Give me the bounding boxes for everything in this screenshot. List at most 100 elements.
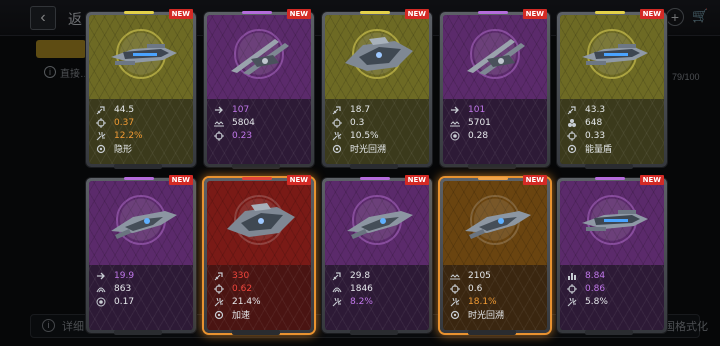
stat-value: 18.7 xyxy=(350,104,371,115)
stat-value: 时光回溯 xyxy=(350,145,387,155)
stat-row: 0.37 xyxy=(89,116,193,129)
stat-list: 29.8 1846 8.2% xyxy=(325,269,429,308)
stat-row: 107 xyxy=(207,103,311,116)
crosshair-icon xyxy=(450,283,460,294)
stat-list: 101 5701 0.28 xyxy=(443,103,547,142)
stat-row: 19.9 xyxy=(89,269,193,282)
stat-value: 0.62 xyxy=(232,283,253,294)
stat-value: 29.8 xyxy=(350,270,371,281)
stat-value: 648 xyxy=(585,117,603,128)
stat-value: 0.6 xyxy=(468,283,483,294)
stat-value: 12.2% xyxy=(114,130,143,141)
new-badge: NEW xyxy=(168,175,193,185)
ship-image xyxy=(103,199,183,243)
stat-row: 5.8% xyxy=(560,295,664,308)
new-badge: NEW xyxy=(404,175,429,185)
ship-image xyxy=(339,33,419,77)
range-icon xyxy=(450,118,460,128)
ship-card[interactable]: 43.3 648 0.33 能量盾 NEW xyxy=(557,9,667,169)
crosshair-icon xyxy=(214,130,224,141)
stat-value: 107 xyxy=(232,104,250,115)
stat-value: 10.5% xyxy=(350,130,379,141)
stat-row: 隐形 xyxy=(89,142,193,155)
card-portrait xyxy=(443,15,547,99)
stat-value: 能量盾 xyxy=(585,145,613,155)
stat-value: 5701 xyxy=(468,117,491,128)
stat-value: 21.4% xyxy=(232,296,261,307)
stat-row: 0.6 xyxy=(443,282,547,295)
card-foot xyxy=(468,164,516,169)
stat-value: 5804 xyxy=(232,117,255,128)
stat-value: 330 xyxy=(232,270,250,281)
stat-value: 5.8% xyxy=(585,296,608,307)
rarity-indicator xyxy=(124,11,154,14)
crit-icon xyxy=(332,131,342,141)
ship-card[interactable]: 107 5804 0.23 NEW xyxy=(204,9,314,169)
ship-card[interactable]: 2105 0.6 18.1% 时光回溯 NEW xyxy=(440,175,550,335)
new-badge: NEW xyxy=(404,9,429,19)
stat-value: 隐形 xyxy=(114,145,133,155)
stat-row: 0.3 xyxy=(325,116,429,129)
stat-row: 12.2% xyxy=(89,129,193,142)
rarity-indicator xyxy=(360,177,390,180)
ship-image xyxy=(103,33,183,77)
stat-row: 648 xyxy=(560,116,664,129)
stat-row: 5804 xyxy=(207,116,311,129)
ship-card[interactable]: 18.7 0.3 10.5% 时光回溯 NEW xyxy=(322,9,432,169)
attack-icon xyxy=(332,271,342,281)
ship-card[interactable]: 44.5 0.37 12.2% 隐形 NEW xyxy=(86,9,196,169)
target-icon xyxy=(96,297,106,307)
ship-image xyxy=(457,199,537,243)
ship-card[interactable]: 19.9 863 0.17 NEW xyxy=(86,175,196,335)
card-portrait xyxy=(207,15,311,99)
range-icon xyxy=(214,118,224,128)
crosshair-icon xyxy=(567,130,577,141)
ship-card[interactable]: 330 0.62 21.4% 加速 NEW xyxy=(204,175,314,335)
card-portrait xyxy=(89,15,193,99)
stat-value: 8.2% xyxy=(350,296,373,307)
card-portrait xyxy=(560,15,664,99)
stat-list: 19.9 863 0.17 xyxy=(89,269,193,308)
ship-image xyxy=(221,199,301,243)
armor-icon xyxy=(96,284,106,294)
card-foot xyxy=(585,164,633,169)
stat-value: 43.3 xyxy=(585,104,606,115)
stat-value: 0.33 xyxy=(585,130,606,141)
crosshair-icon xyxy=(567,283,577,294)
rarity-indicator xyxy=(478,177,508,180)
card-foot xyxy=(350,330,398,335)
card-portrait xyxy=(325,15,429,99)
stat-row: 1846 xyxy=(325,282,429,295)
stat-value: 19.9 xyxy=(114,270,135,281)
attack-icon xyxy=(214,271,224,281)
stat-row: 330 xyxy=(207,269,311,282)
speed-icon xyxy=(214,105,224,115)
armor-icon xyxy=(332,284,342,294)
stat-row: 能量盾 xyxy=(560,142,664,155)
skill-icon xyxy=(567,144,577,154)
card-foot xyxy=(350,164,398,169)
stat-row: 44.5 xyxy=(89,103,193,116)
new-badge: NEW xyxy=(286,175,311,185)
stat-value: 时光回溯 xyxy=(468,311,505,321)
new-badge: NEW xyxy=(522,175,547,185)
ship-card[interactable]: 8.84 0.86 5.8% NEW xyxy=(557,175,667,335)
range-icon xyxy=(450,271,460,281)
stat-row: 0.86 xyxy=(560,282,664,295)
bars-icon xyxy=(567,271,577,281)
crosshair-icon xyxy=(332,117,342,128)
stat-value: 18.1% xyxy=(468,296,497,307)
ship-image xyxy=(221,33,301,77)
stat-list: 18.7 0.3 10.5% 时光回溯 xyxy=(325,103,429,155)
ship-card[interactable]: 29.8 1846 8.2% NEW xyxy=(322,175,432,335)
stat-row: 5701 xyxy=(443,116,547,129)
stat-row: 18.1% xyxy=(443,295,547,308)
stat-value: 0.17 xyxy=(114,296,135,307)
speed-icon xyxy=(450,105,460,115)
crit-icon xyxy=(450,297,460,307)
card-foot xyxy=(232,164,280,169)
stat-row: 0.28 xyxy=(443,129,547,142)
crosshair-icon xyxy=(96,117,106,128)
ship-card[interactable]: 101 5701 0.28 NEW xyxy=(440,9,550,169)
stat-row: 2105 xyxy=(443,269,547,282)
